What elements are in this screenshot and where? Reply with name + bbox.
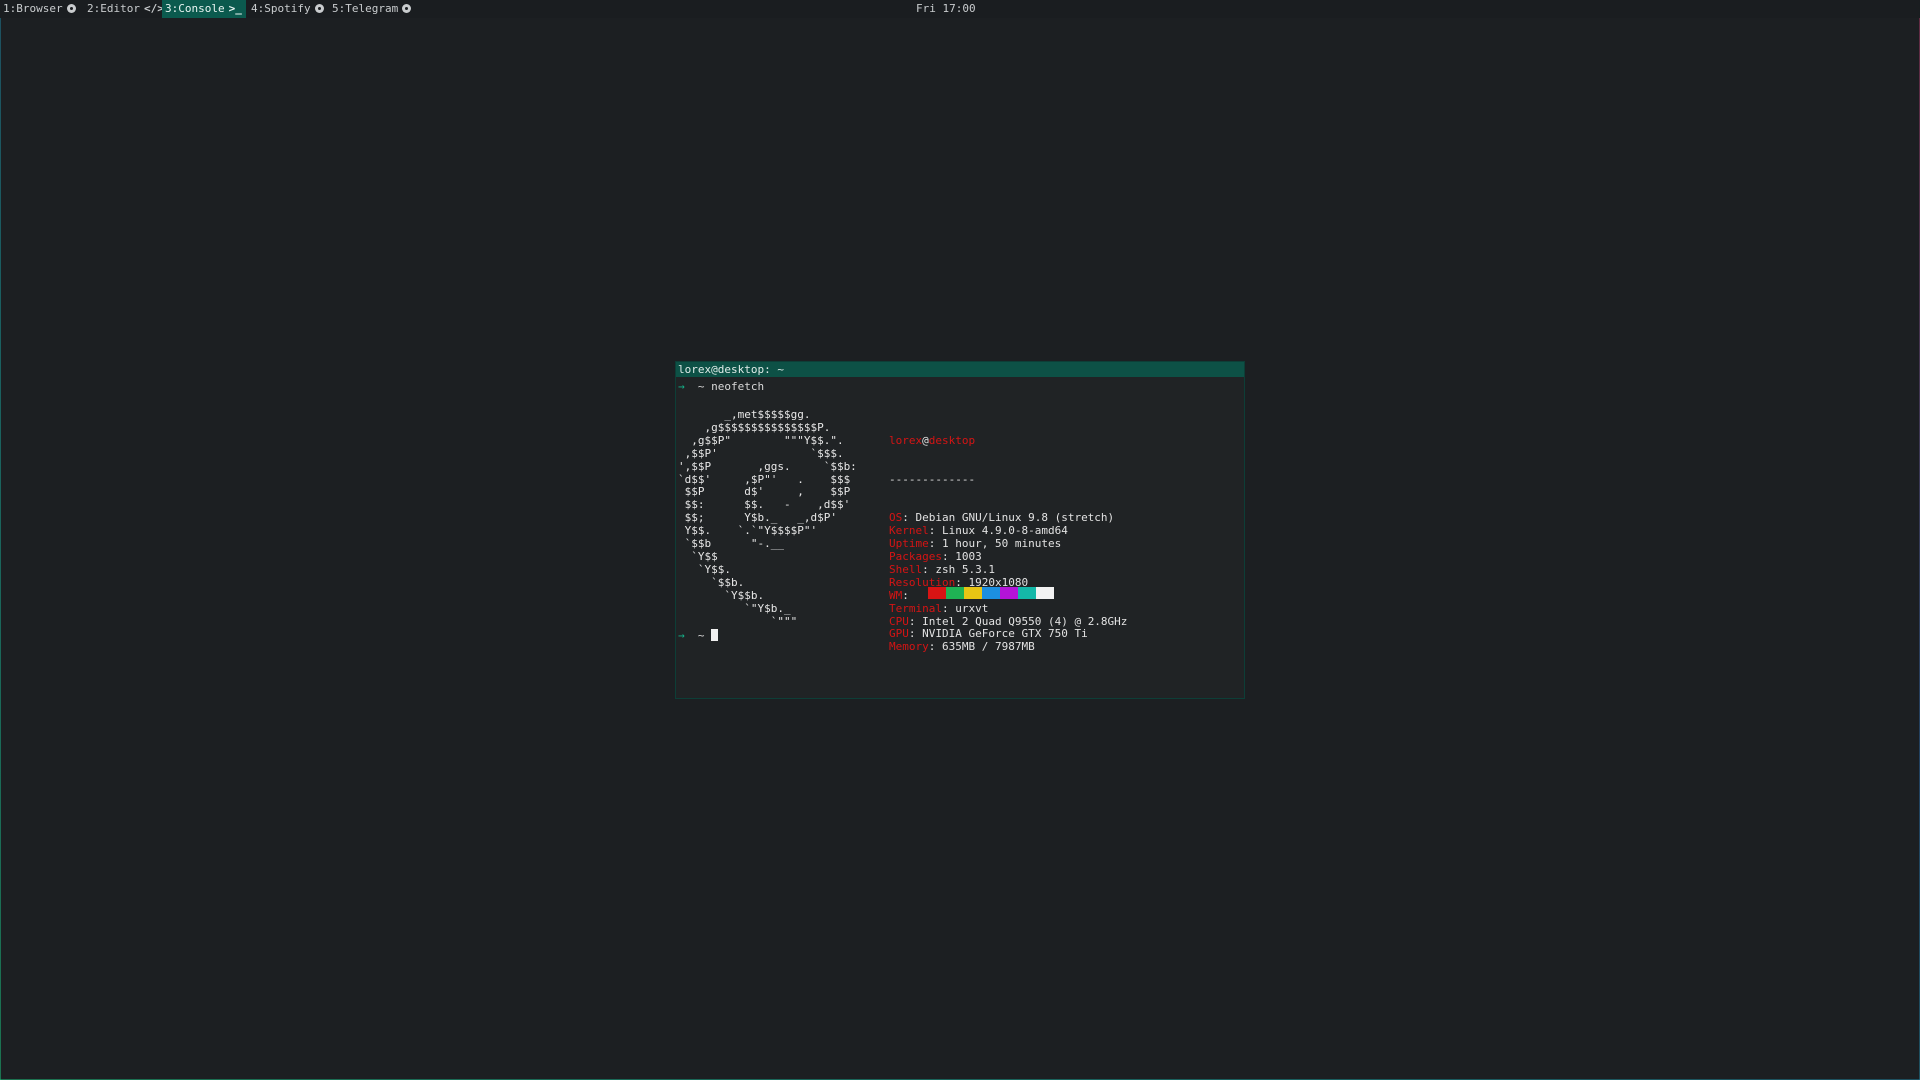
color-palette [910, 587, 1054, 599]
ascii-line: `$$b "-.__ [678, 537, 784, 551]
user-host: lorex@desktop [889, 433, 976, 447]
clock: Fri 17:00 [916, 2, 976, 15]
ascii-line: ',$$P ,ggs. `$$b: [678, 459, 857, 473]
command-text: neofetch [711, 380, 765, 393]
info-value: 635MB / 7987MB [942, 640, 1035, 654]
palette-swatch [946, 587, 964, 599]
palette-swatch [1018, 587, 1036, 599]
info-label: Uptime [889, 537, 929, 551]
info-value: Debian GNU/Linux 9.8 (stretch) [915, 511, 1115, 525]
prompt-line: → ~ neofetch [678, 380, 764, 393]
ascii-line: `d$$' ,$P"' . $$$ [678, 472, 851, 486]
ascii-line: $$; Y$b._ _,d$P' [678, 511, 837, 525]
info-value: Linux 4.9.0-8-amd64 [942, 524, 1068, 538]
separator: ------------- [889, 472, 976, 486]
info-label: WM [889, 588, 903, 602]
ascii-line: ,$$P' `$$$. [678, 446, 844, 460]
palette-swatch [1036, 587, 1054, 599]
palette-swatch [928, 587, 946, 599]
neofetch-info: lorex@desktop ------------- OS: Debian G… [889, 409, 1127, 680]
ascii-line: _,met$$$$$gg. [678, 408, 811, 421]
palette-swatch [964, 587, 982, 599]
info-label: Kernel [889, 524, 929, 538]
spotify-icon [314, 4, 324, 13]
ascii-line: `Y$$b. [678, 588, 765, 602]
info-value: Intel 2 Quad Q9550 (4) @ 2.8GHz [922, 614, 1128, 628]
info-label: Shell [889, 562, 923, 576]
ascii-line: ,g$$P" """Y$$.". [678, 433, 844, 447]
prompt-dir: ~ [697, 380, 705, 393]
prompt-line-active[interactable]: → ~ [678, 629, 719, 642]
ascii-line: $$P d$' , $$P [678, 485, 851, 499]
info-value: urxvt [955, 601, 989, 615]
info-label: OS [889, 511, 903, 525]
info-label: Terminal [889, 601, 942, 615]
top-bar: 1:Browser 2:Editor </> 3:Console >_ 4:Spot… [0, 0, 1920, 18]
info-label: GPU [889, 627, 909, 641]
workspace-4-spotify[interactable]: 4:Spotify [248, 0, 329, 18]
code-icon: </> [143, 2, 164, 15]
ascii-line: `Y$$ [678, 549, 718, 563]
workspace-5-telegram[interactable]: 5:Telegram [329, 0, 416, 18]
ascii-line: `Y$$. [678, 562, 731, 576]
palette-swatch [1000, 587, 1018, 599]
info-value: zsh 5.3.1 [935, 562, 995, 576]
palette-swatch [910, 587, 928, 599]
info-row: Memory: 635MB / 7987MB [889, 640, 1035, 654]
ascii-line: ,g$$$$$$$$$$$$$$$P. [678, 420, 831, 434]
info-label: Memory [889, 640, 929, 654]
workspace-2-editor[interactable]: 2:Editor </> [84, 0, 169, 18]
ascii-line: `"Y$b._ [678, 601, 791, 615]
ascii-line: `""" [678, 614, 798, 628]
info-value: 1 hour, 50 minutes [942, 537, 1062, 551]
ascii-line: `$$b. [678, 575, 745, 589]
info-value: NVIDIA GeForce GTX 750 Ti [922, 627, 1088, 641]
terminal-icon: >_ [228, 2, 242, 15]
palette-swatch [982, 587, 1000, 599]
workspace-1-browser[interactable]: 1:Browser [0, 0, 81, 18]
text-cursor [711, 629, 719, 641]
terminal-title-bar[interactable]: lorex@desktop: ~ [676, 362, 1244, 377]
ascii-line: Y$$. `.`"Y$$$$P"' [678, 524, 818, 538]
info-value: 1003 [955, 549, 982, 563]
workspace-3-console[interactable]: 3:Console >_ [162, 0, 246, 18]
terminal-window[interactable]: lorex@desktop: ~ → ~ neofetch _,met$$$$$… [676, 362, 1244, 698]
info-label: Packages [889, 549, 942, 563]
prompt-arrow: → [678, 380, 685, 393]
ascii-line: $$: $$. - ,d$$' [678, 498, 851, 512]
info-label: CPU [889, 614, 909, 628]
telegram-icon [402, 4, 412, 13]
chrome-icon [66, 4, 76, 13]
debian-ascii-logo: _,met$$$$$gg. ,g$$$$$$$$$$$$$$$P. ,g$$P"… [678, 408, 857, 628]
